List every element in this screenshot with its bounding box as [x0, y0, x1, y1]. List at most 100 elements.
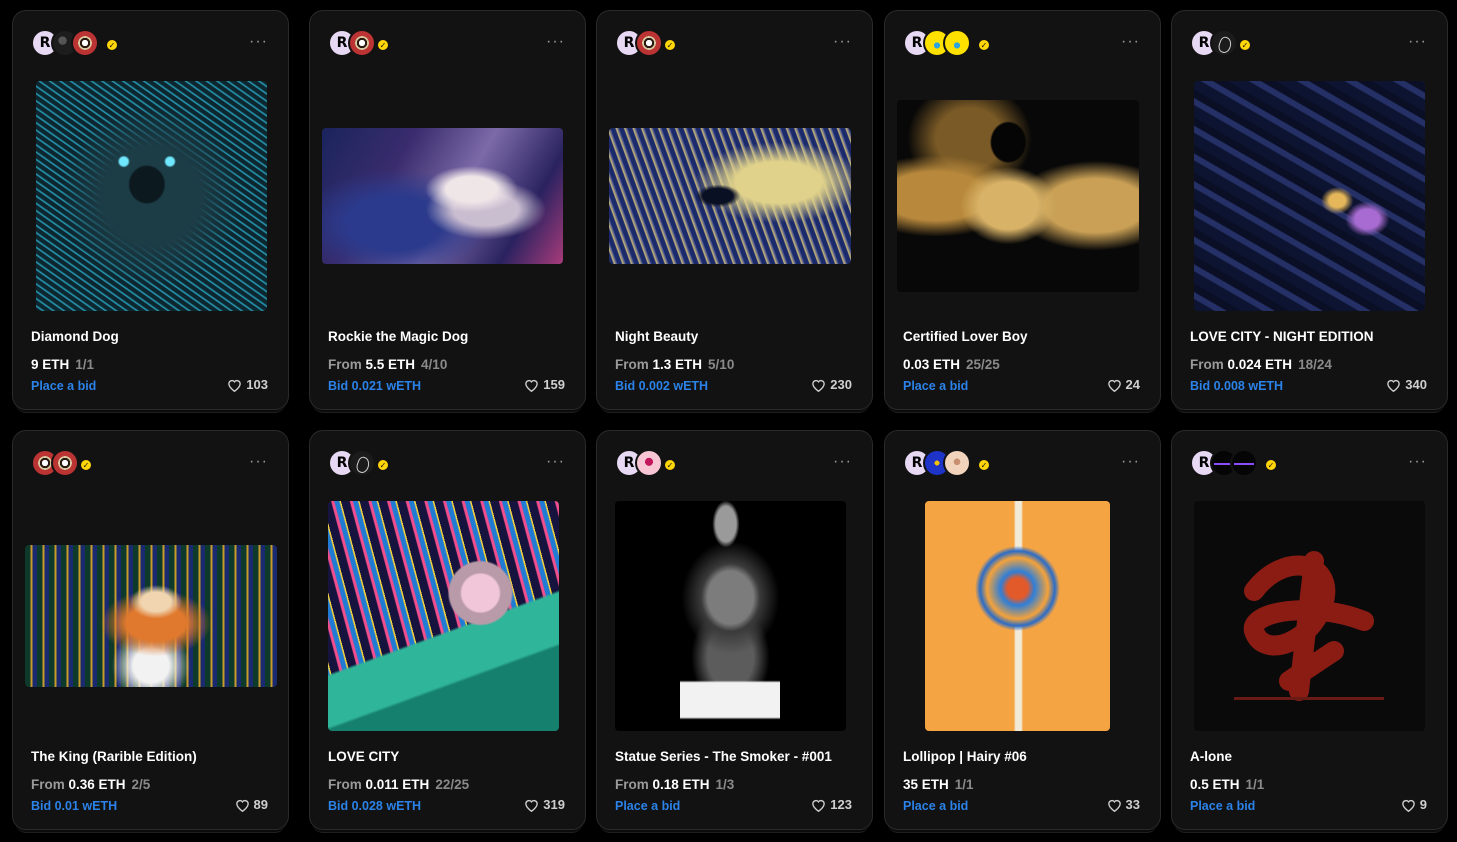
place-bid-link[interactable]: Place a bid	[1190, 799, 1255, 813]
artwork-image[interactable]	[25, 545, 277, 687]
like-button[interactable]: 340	[1386, 377, 1427, 392]
owner-avatar[interactable]	[943, 29, 971, 57]
owner-avatars[interactable]	[31, 449, 79, 479]
heart-icon	[812, 379, 826, 392]
heart-icon	[1107, 379, 1121, 392]
card-title[interactable]: Diamond Dog	[31, 329, 119, 344]
artwork-image[interactable]	[897, 100, 1139, 292]
owner-avatars[interactable]: R	[31, 29, 99, 59]
like-button[interactable]: 89	[235, 797, 268, 812]
card-title[interactable]: Lollipop | Hairy #06	[903, 749, 1027, 764]
more-options-icon[interactable]: ···	[1121, 453, 1140, 471]
verified-icon: ✓	[376, 458, 390, 472]
nft-card-love-city-night[interactable]: R ✓ ··· LOVE CITY - NIGHT EDITION From 0…	[1171, 10, 1448, 410]
bid-link[interactable]: Bid 0.021 wETH	[328, 379, 421, 393]
artwork-image[interactable]	[322, 128, 563, 264]
place-bid-link[interactable]: Place a bid	[615, 799, 680, 813]
owner-avatars[interactable]: R	[615, 29, 663, 59]
verified-icon: ✓	[663, 38, 677, 52]
nft-card-certified-lover-boy[interactable]: R ✓ ··· Certified Lover Boy 0.03 ETH 25/2…	[884, 10, 1161, 410]
artwork-image[interactable]	[1194, 501, 1425, 731]
card-title[interactable]: The King (Rarible Edition)	[31, 749, 197, 764]
verified-icon: ✓	[376, 38, 390, 52]
more-options-icon[interactable]: ···	[546, 453, 565, 471]
nft-card-the-king[interactable]: ✓ ··· The King (Rarible Edition) From 0.…	[12, 430, 289, 830]
more-options-icon[interactable]: ···	[1121, 33, 1140, 51]
verified-icon: ✓	[79, 458, 93, 472]
nft-card-diamond-dog[interactable]: R ✓ ··· Diamond Dog 9 ETH 1/1 Place a bid…	[12, 10, 289, 410]
artwork-image[interactable]	[615, 501, 846, 731]
card-title[interactable]: LOVE CITY	[328, 749, 399, 764]
artwork-image[interactable]	[1194, 81, 1425, 311]
more-options-icon[interactable]: ···	[249, 33, 268, 51]
card-price: 35 ETH 1/1	[903, 777, 974, 792]
owner-avatars[interactable]: R	[328, 449, 376, 479]
bid-link[interactable]: Bid 0.01 wETH	[31, 799, 117, 813]
place-bid-link[interactable]: Place a bid	[903, 799, 968, 813]
owner-avatar[interactable]	[635, 29, 663, 57]
card-price: From 0.18 ETH 1/3	[615, 777, 735, 792]
like-button[interactable]: 230	[811, 377, 852, 392]
artwork-image[interactable]	[609, 128, 851, 264]
owner-avatars[interactable]: R	[328, 29, 376, 59]
owner-avatar[interactable]	[943, 449, 971, 477]
more-options-icon[interactable]: ···	[1408, 33, 1427, 51]
owner-avatar[interactable]	[1230, 449, 1258, 477]
bid-link[interactable]: Bid 0.008 wETH	[1190, 379, 1283, 393]
owner-avatars[interactable]: R	[1190, 449, 1258, 479]
verified-icon: ✓	[977, 458, 991, 472]
nft-card-rockie[interactable]: R ✓ ··· Rockie the Magic Dog From 5.5 ET…	[309, 10, 586, 410]
like-button[interactable]: 24	[1107, 377, 1140, 392]
verified-icon: ✓	[977, 38, 991, 52]
artwork-image[interactable]	[36, 81, 267, 311]
card-price: From 1.3 ETH 5/10	[615, 357, 735, 372]
owner-avatars[interactable]: R	[903, 449, 971, 479]
card-title[interactable]: LOVE CITY - NIGHT EDITION	[1190, 329, 1374, 344]
card-title[interactable]: Rockie the Magic Dog	[328, 329, 468, 344]
owner-avatar[interactable]	[348, 449, 376, 477]
like-button[interactable]: 9	[1401, 797, 1427, 812]
owner-avatars[interactable]: R	[615, 449, 663, 479]
owner-avatar[interactable]	[1210, 29, 1238, 57]
place-bid-link[interactable]: Place a bid	[903, 379, 968, 393]
heart-icon	[235, 799, 249, 812]
heart-icon	[1387, 379, 1401, 392]
verified-icon: ✓	[1238, 38, 1252, 52]
card-price: From 0.024 ETH 18/24	[1190, 357, 1332, 372]
owner-avatar[interactable]	[635, 449, 663, 477]
like-button[interactable]: 33	[1107, 797, 1140, 812]
nft-card-love-city[interactable]: R ✓ ··· LOVE CITY From 0.011 ETH 22/25 Bi…	[309, 430, 586, 830]
nft-card-lollipop[interactable]: R ✓ ··· Lollipop | Hairy #06 35 ETH 1/1 P…	[884, 430, 1161, 830]
card-title[interactable]: A-lone	[1190, 749, 1232, 764]
verified-icon: ✓	[663, 458, 677, 472]
more-options-icon[interactable]: ···	[1408, 453, 1427, 471]
owner-avatars[interactable]: R	[903, 29, 971, 59]
anarchy-symbol-art	[1234, 551, 1384, 701]
nft-card-night-beauty[interactable]: R ✓ ··· Night Beauty From 1.3 ETH 5/10 Bi…	[596, 10, 873, 410]
heart-icon	[1401, 799, 1415, 812]
artwork-image[interactable]	[925, 501, 1110, 731]
artwork-image[interactable]	[328, 501, 559, 731]
like-button[interactable]: 319	[524, 797, 565, 812]
bid-link[interactable]: Bid 0.028 wETH	[328, 799, 421, 813]
verified-icon: ✓	[1264, 458, 1278, 472]
like-button[interactable]: 103	[227, 377, 268, 392]
owner-avatar[interactable]	[51, 449, 79, 477]
place-bid-link[interactable]: Place a bid	[31, 379, 96, 393]
bid-link[interactable]: Bid 0.002 wETH	[615, 379, 708, 393]
more-options-icon[interactable]: ···	[249, 453, 268, 471]
like-button[interactable]: 123	[811, 797, 852, 812]
more-options-icon[interactable]: ···	[833, 453, 852, 471]
nft-card-a-lone[interactable]: R ✓ ··· A-lone 0.5 ETH 1/1 Place a bid 9	[1171, 430, 1448, 830]
more-options-icon[interactable]: ···	[833, 33, 852, 51]
card-title[interactable]: Statue Series - The Smoker - #001	[615, 749, 832, 764]
card-title[interactable]: Night Beauty	[615, 329, 698, 344]
like-button[interactable]: 159	[524, 377, 565, 392]
card-title[interactable]: Certified Lover Boy	[903, 329, 1028, 344]
owner-avatar[interactable]	[71, 29, 99, 57]
heart-icon	[525, 379, 539, 392]
owner-avatar[interactable]	[348, 29, 376, 57]
owner-avatars[interactable]: R	[1190, 29, 1238, 59]
more-options-icon[interactable]: ···	[546, 33, 565, 51]
nft-card-statue-smoker[interactable]: R ✓ ··· Statue Series - The Smoker - #00…	[596, 430, 873, 830]
